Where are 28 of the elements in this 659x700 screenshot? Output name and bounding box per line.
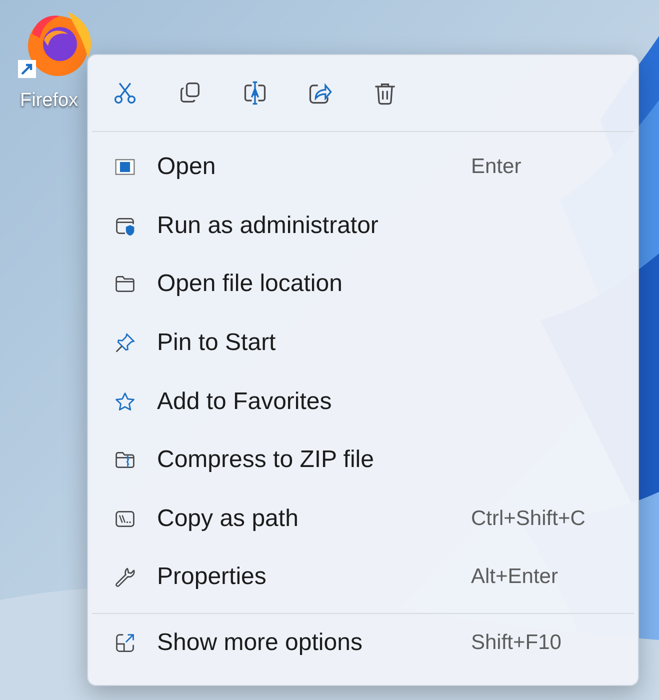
scissors-icon	[112, 80, 138, 106]
menu-item-label: Open file location	[157, 270, 344, 298]
menu-item-label: Show more options	[157, 629, 364, 658]
menu-item-label: Compress to ZIP file	[157, 446, 375, 474]
wrench-icon	[114, 566, 136, 588]
menu-item[interactable]: Pin to Start	[88, 314, 638, 372]
menu-item[interactable]: Show more options Shift+F10	[88, 614, 638, 672]
menu-item-label: Run as administrator	[157, 212, 380, 240]
menu-item-label: Copy as path	[157, 504, 300, 533]
shortcut-text: Ctrl+Shift+C	[471, 506, 586, 531]
shortcut-text: Enter	[471, 155, 522, 180]
menu-item-label: Pin to Start	[157, 329, 277, 358]
shortcut-text: Shift+F10	[471, 631, 562, 656]
expand-icon	[114, 632, 136, 654]
menu-item[interactable]: Open file location	[88, 255, 638, 314]
pin-icon	[114, 332, 136, 354]
star-icon	[114, 390, 136, 413]
menu-item[interactable]: Add to Favorites	[88, 372, 638, 431]
menu-item[interactable]: Open Enter	[88, 138, 638, 197]
menu-item[interactable]: Properties Alt+Enter	[88, 548, 638, 607]
menu-item[interactable]: Copy as path Ctrl+Shift+C	[88, 490, 638, 548]
menu-item[interactable]: Run as administrator	[88, 196, 638, 256]
menu-item-label: Properties	[157, 563, 268, 592]
rename-icon	[242, 80, 268, 106]
menu-item-label: Open	[157, 153, 217, 182]
shortcut-text: Alt+Enter	[471, 565, 559, 590]
menu-item[interactable]: Compress to ZIP file	[88, 430, 638, 490]
menu-item-label: Add to Favorites	[157, 388, 333, 416]
